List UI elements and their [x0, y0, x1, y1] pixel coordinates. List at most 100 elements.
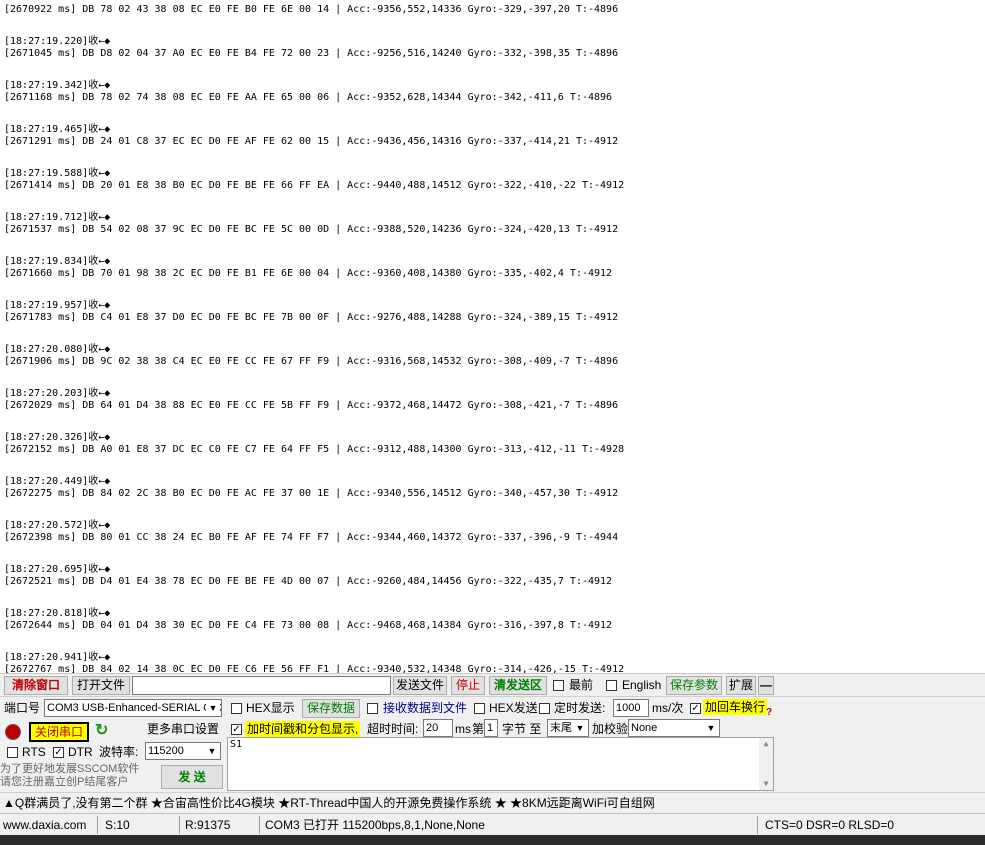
log-entry: [18:27:19.342]收←◆ [2671168 ms] DB 78 02 7… — [4, 80, 624, 116]
close-port-button[interactable]: 关闭串口 — [29, 722, 89, 742]
hex-display-checkbox[interactable] — [231, 703, 242, 714]
baud-select-value: 115200 — [148, 745, 184, 757]
byte-mid-label: 字节 至 — [502, 722, 542, 736]
chevron-down-icon: ▼ — [573, 721, 587, 735]
window-bottom-edge — [0, 835, 985, 845]
log-data-line: [2671537 ms] DB 54 02 08 37 9C EC D0 FE … — [4, 224, 619, 235]
timeout-input[interactable]: 20 — [423, 719, 453, 737]
hex-send-checkbox[interactable] — [474, 703, 485, 714]
recv-to-file-checkbox[interactable] — [367, 703, 378, 714]
expand-button[interactable]: 扩展 — [726, 676, 756, 695]
log-entry: [2670922 ms] DB 78 02 43 38 08 EC E0 FE … — [4, 0, 624, 28]
log-entry: [18:27:20.080]收←◆ [2671906 ms] DB 9C 02 3… — [4, 344, 624, 380]
log-timestamp: [18:27:19.712]收←◆ — [4, 212, 111, 223]
port-label: 端口号 — [4, 701, 41, 715]
log-data-line: [2671906 ms] DB 9C 02 38 38 C4 EC E0 FE … — [4, 356, 619, 367]
byte-end-value: 末尾 — [550, 722, 572, 734]
send-file-button[interactable]: 发送文件 — [393, 676, 447, 695]
send-text: S1 — [230, 739, 243, 750]
byte-index-input[interactable]: 1 — [484, 719, 498, 737]
refresh-icon[interactable]: ↻ — [95, 723, 108, 739]
promo-ticker[interactable]: ▲Q群满员了,没有第二个群 ★合宙高性价比4G模块 ★RT-Thread中国人的… — [0, 792, 985, 813]
dtr-label: DTR — [68, 745, 93, 759]
checksum-label: 加校验 — [592, 722, 629, 736]
timed-send-checkbox[interactable] — [539, 703, 550, 714]
log-lines: [2670922 ms] DB 78 02 43 38 08 EC E0 FE … — [4, 0, 624, 673]
log-data-line: [2671783 ms] DB C4 01 E8 37 D0 EC D0 FE … — [4, 312, 619, 323]
hex-display-label: HEX显示 — [246, 701, 295, 715]
baud-label: 波特率: — [99, 745, 139, 759]
log-timestamp: [18:27:19.220]收←◆ — [4, 36, 111, 47]
status-sent: S:10 — [102, 816, 180, 834]
baud-select[interactable]: 115200 ▼ — [145, 742, 221, 760]
clear-window-button[interactable]: 清除窗口 — [4, 676, 68, 695]
recv-to-file-label[interactable]: 接收数据到文件 — [383, 700, 467, 716]
log-timestamp: [18:27:19.834]收←◆ — [4, 256, 111, 267]
log-data-line: [2671168 ms] DB 78 02 74 38 08 EC E0 FE … — [4, 92, 613, 103]
log-entry: [18:27:20.941]收←◆ [2672767 ms] DB 84 02 1… — [4, 652, 624, 673]
topmost-label: 最前 — [569, 678, 594, 692]
settings-panel: 端口号 COM3 USB-Enhanced-SERIAL CH343 (C ▼ … — [0, 696, 985, 792]
timeout-unit: ms — [455, 722, 471, 736]
byte-end-select[interactable]: 末尾 ▼ — [547, 719, 589, 737]
log-data-line: [2672767 ms] DB 84 02 14 38 0C EC D0 FE … — [4, 664, 625, 673]
clear-send-area-button[interactable]: 清发送区 — [489, 676, 547, 695]
save-params-button[interactable]: 保存参数 — [666, 676, 722, 695]
log-entry: [18:27:19.712]收←◆ [2671537 ms] DB 54 02 0… — [4, 212, 624, 248]
checksum-select[interactable]: None ▼ — [628, 719, 720, 737]
log-timestamp: [18:27:20.326]收←◆ — [4, 432, 111, 443]
registration-ad[interactable]: 为了更好地发展SSCOM软件 请您注册嘉立创P结尾客户 — [0, 763, 160, 789]
send-textarea[interactable]: S1 ▲ ▼ — [227, 737, 774, 791]
log-entry: [18:27:20.449]收←◆ [2672275 ms] DB 84 02 2… — [4, 476, 624, 512]
rts-checkbox[interactable] — [7, 747, 18, 758]
scroll-up-icon[interactable]: ▲ — [759, 738, 773, 750]
port-select[interactable]: COM3 USB-Enhanced-SERIAL CH343 (C ▼ — [44, 699, 222, 717]
timestamp-label: 加时间戳和分包显示, — [245, 721, 361, 737]
english-checkbox[interactable] — [606, 680, 617, 691]
stop-button[interactable]: 停止 — [451, 676, 485, 695]
log-data-line: [2672398 ms] DB 80 01 CC 38 24 EC B0 FE … — [4, 532, 619, 543]
log-data-line: [2672029 ms] DB 64 01 D4 38 88 EC E0 FE … — [4, 400, 619, 411]
file-path-input[interactable] — [132, 676, 391, 695]
log-timestamp: [18:27:19.957]收←◆ — [4, 300, 111, 311]
status-received: R:91375 — [182, 816, 260, 834]
save-data-button[interactable]: 保存数据 — [302, 699, 360, 718]
interval-unit: ms/次 — [652, 701, 684, 715]
port-status-led-icon — [5, 724, 21, 740]
log-entry: [18:27:19.834]收←◆ [2671660 ms] DB 70 01 9… — [4, 256, 624, 292]
ad-line-2: 请您注册嘉立创P结尾客户 — [0, 776, 129, 788]
status-site[interactable]: www.daxia.com — [0, 816, 98, 834]
timed-send-label: 定时发送: — [554, 701, 606, 715]
send-scrollbar[interactable]: ▲ ▼ — [759, 738, 773, 790]
send-button[interactable]: 发 送 — [161, 765, 223, 789]
interval-input[interactable]: 1000 — [613, 699, 649, 717]
log-data-line: [2672521 ms] DB D4 01 E4 38 78 EC D0 FE … — [4, 576, 613, 587]
timestamp-checkbox[interactable]: ✓ — [231, 724, 242, 735]
topmost-checkbox[interactable] — [553, 680, 564, 691]
log-timestamp: [18:27:20.941]收←◆ — [4, 652, 111, 663]
log-data-line: [2671291 ms] DB 24 01 C8 37 EC EC D0 FE … — [4, 136, 619, 147]
rts-label: RTS — [22, 745, 46, 759]
log-data-line: [2672152 ms] DB A0 01 E8 37 DC EC C0 FE … — [4, 444, 625, 455]
add-crlf-label: 加回车换行 — [703, 699, 768, 715]
chevron-down-icon: ▼ — [206, 701, 220, 715]
log-data-line: [2671414 ms] DB 20 01 E8 38 B0 EC D0 FE … — [4, 180, 625, 191]
hex-send-label: HEX发送 — [489, 701, 538, 715]
log-entry: [18:27:19.465]收←◆ [2671291 ms] DB 24 01 C… — [4, 124, 624, 160]
open-file-button[interactable]: 打开文件 — [72, 676, 130, 695]
log-data-line: [2672644 ms] DB 04 01 D4 38 30 EC D0 FE … — [4, 620, 613, 631]
log-data-line: [2671660 ms] DB 70 01 98 38 2C EC D0 FE … — [4, 268, 613, 279]
more-port-settings-button[interactable]: 更多串口设置 — [144, 721, 222, 740]
receive-log[interactable]: [2670922 ms] DB 78 02 43 38 08 EC E0 FE … — [0, 0, 985, 673]
status-port-state: COM3 已打开 115200bps,8,1,None,None — [262, 816, 758, 834]
port-select-value: COM3 USB-Enhanced-SERIAL CH343 (C — [47, 702, 221, 714]
add-crlf-checkbox[interactable]: ✓ — [690, 703, 701, 714]
help-icon[interactable]: ? — [766, 705, 772, 721]
scroll-down-icon[interactable]: ▼ — [759, 778, 773, 790]
dtr-checkbox[interactable]: ✓ — [53, 747, 64, 758]
log-entry: [18:27:20.203]收←◆ [2672029 ms] DB 64 01 D… — [4, 388, 624, 424]
status-lines: CTS=0 DSR=0 RLSD=0 — [765, 818, 895, 832]
collapse-button[interactable]: — — [758, 676, 774, 695]
log-entry: [18:27:20.326]收←◆ [2672152 ms] DB A0 01 E… — [4, 432, 624, 468]
log-timestamp: [18:27:20.695]收←◆ — [4, 564, 111, 575]
